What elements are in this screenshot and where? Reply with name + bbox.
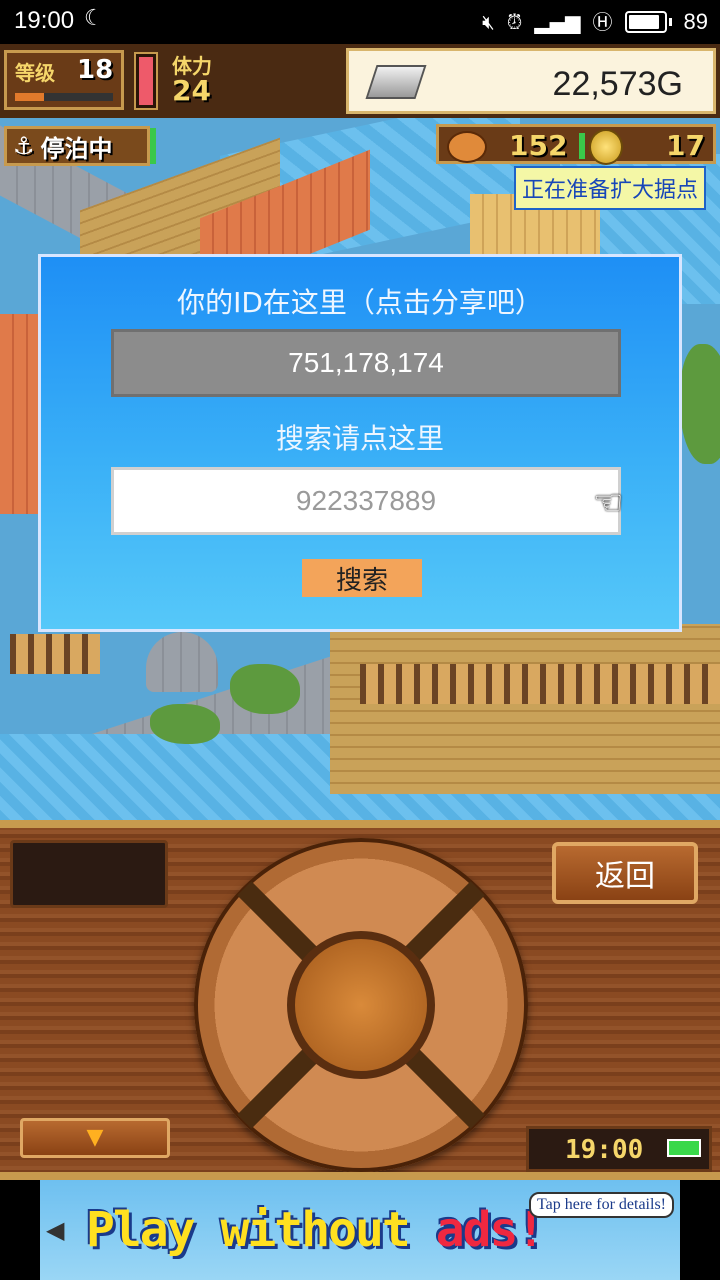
- level-value: 18: [77, 55, 114, 85]
- docked-label: 停泊中: [40, 134, 113, 163]
- controller-top-rail: [0, 820, 720, 828]
- top-hud: 等级 18 体力 24 22,573G: [0, 44, 720, 118]
- bush: [150, 704, 220, 744]
- id-search-dialog: 你的ID在这里（点击分享吧） 751,178,174 搜索请点这里 ☜ 搜索: [38, 254, 682, 632]
- stamina-bar: [134, 52, 158, 110]
- search-button[interactable]: 搜索: [302, 559, 422, 597]
- status-bar: 19:00 ☾ 🔇︎ ⏰︎ ▂▄▆ Ⓗ 89: [0, 0, 720, 44]
- player-id-box[interactable]: 751,178,174: [111, 329, 621, 397]
- dialog-title: 你的ID在这里（点击分享吧）: [177, 286, 543, 319]
- status-icons: 🔇︎ ⏰︎ ▂▄▆ Ⓗ 89: [482, 6, 708, 38]
- status-time: 19:00: [14, 7, 75, 34]
- controller-panel: 返回 ▼ 19:00: [0, 820, 720, 1180]
- coin-icon: [589, 129, 623, 165]
- gold-bar-icon: [365, 65, 427, 99]
- level-panel[interactable]: 等级 18: [4, 50, 124, 110]
- ad-side-right: [680, 1180, 720, 1280]
- hd-icon: Ⓗ: [592, 10, 613, 34]
- ad-text-main: Play without: [86, 1202, 436, 1258]
- back-button[interactable]: 返回: [552, 842, 698, 904]
- status-row: ⚓ 停泊中 152 17: [0, 122, 720, 168]
- battery-tip: [668, 18, 672, 26]
- docked-badge[interactable]: ⚓ 停泊中: [4, 126, 150, 166]
- controller-bottom-rail: [0, 1172, 720, 1180]
- gold-panel[interactable]: 22,573G: [346, 48, 716, 114]
- life-ring-dpad[interactable]: [194, 838, 528, 1172]
- ad-banner[interactable]: ◀ Play without ads! Tap here for details…: [40, 1180, 680, 1280]
- ad-headline: Play without ads!: [86, 1202, 546, 1258]
- ad-details-bubble[interactable]: Tap here for details!: [528, 1192, 674, 1218]
- signal-icon: ▂▄▆: [534, 10, 581, 34]
- resource-panel[interactable]: 152 17: [436, 124, 716, 165]
- expansion-notice[interactable]: 正在准备扩大据点: [513, 166, 706, 210]
- food-count: 152: [509, 129, 568, 162]
- battery-icon: [624, 11, 667, 33]
- gold-amount: 22,573G: [552, 65, 683, 103]
- mute-icon: 🔇︎: [482, 10, 495, 34]
- level-progress-bar: [15, 93, 113, 101]
- clock-time: 19:00: [565, 1135, 644, 1165]
- battery-icon: [667, 1139, 701, 1157]
- dpad-center-button[interactable]: [287, 931, 435, 1079]
- stamina-fill: [139, 57, 153, 105]
- ad-side-left: [0, 1180, 40, 1280]
- anchor-icon: ⚓: [13, 132, 35, 160]
- coin-count: 17: [666, 129, 705, 162]
- food-icon: [447, 131, 487, 163]
- food-indicator: [579, 133, 585, 159]
- game-clock: 19:00: [526, 1126, 712, 1172]
- level-label: 等级: [15, 61, 55, 85]
- tree-right: [680, 344, 720, 464]
- ad-text-red: ads!: [435, 1202, 546, 1258]
- info-screen: [10, 840, 168, 908]
- left-roof: [0, 314, 40, 514]
- stone-well: [146, 632, 218, 692]
- tree: [230, 664, 300, 714]
- pier-fence: [360, 664, 720, 704]
- ad-left-arrow-icon[interactable]: ◀: [46, 1216, 64, 1244]
- pointing-hand-icon: ☜: [593, 483, 624, 523]
- search-id-input[interactable]: [111, 467, 621, 535]
- moon-icon: ☾: [84, 6, 104, 31]
- pier: [330, 624, 720, 794]
- docked-indicator: [150, 128, 156, 164]
- search-prompt: 搜索请点这里: [275, 422, 444, 455]
- stamina-value: 24: [172, 74, 211, 107]
- level-progress-fill: [15, 93, 45, 101]
- battery-percent: 89: [683, 9, 708, 34]
- alarm-icon: ⏰︎: [506, 10, 523, 34]
- menu-down-button[interactable]: ▼: [20, 1118, 170, 1158]
- left-fence: [10, 634, 100, 674]
